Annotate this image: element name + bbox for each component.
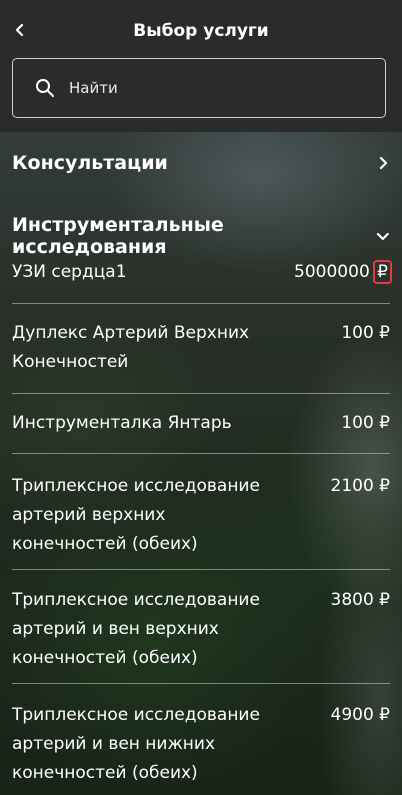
chevron-right-icon [379,156,388,170]
service-name: Триплексное исследование артерий и вен в… [12,590,260,668]
service-price: 100 ₽ [341,323,390,343]
list-item[interactable]: Триплексное исследование артерий и вен в… [12,586,390,673]
service-name: Дуплекс Артерий Верхних Конечностей [12,323,250,372]
section-label: Инструментальные исследования [12,214,224,258]
section-consultations[interactable]: Консультации [12,152,390,174]
service-price: 3800 ₽ [330,590,390,610]
divider [12,393,390,394]
list-item[interactable]: УЗИ сердца1 5000000 ₽ [12,258,392,287]
service-price: 5000000 ₽ [294,258,392,287]
chevron-down-icon [377,232,390,241]
currency-symbol: ₽ [373,260,392,284]
divider [12,453,390,454]
header: Выбор услуги [0,0,402,132]
service-name: Инструменталка Янтарь [12,413,232,433]
list-item[interactable]: Инструменталка Янтарь 100 ₽ [12,409,390,438]
search-box[interactable] [12,58,386,118]
divider [12,683,390,684]
service-name: Триплексное исследование артерий верхних… [12,476,260,554]
page-title: Выбор услуги [133,21,269,41]
section-label: Консультации [12,152,168,174]
service-name: УЗИ сердца1 [12,262,127,282]
service-list: Консультации Инструментальные исследован… [0,132,402,795]
search-icon [36,79,54,97]
section-instrumental[interactable]: Инструментальные исследования [12,214,390,258]
search-input[interactable] [67,78,351,98]
divider [12,569,390,570]
price-amount: 5000000 [294,262,370,282]
service-name: Триплексное исследование артерий и вен н… [12,705,260,783]
service-price: 2100 ₽ [330,476,390,496]
service-price: 100 ₽ [341,413,390,433]
list-item[interactable]: Триплексное исследование артерий верхних… [12,472,390,559]
service-price: 4900 ₽ [330,705,390,725]
list-item[interactable]: Дуплекс Артерий Верхних Конечностей 100 … [12,319,390,377]
list-item[interactable]: Триплексное исследование артерий и вен н… [12,701,390,788]
divider [12,303,390,304]
